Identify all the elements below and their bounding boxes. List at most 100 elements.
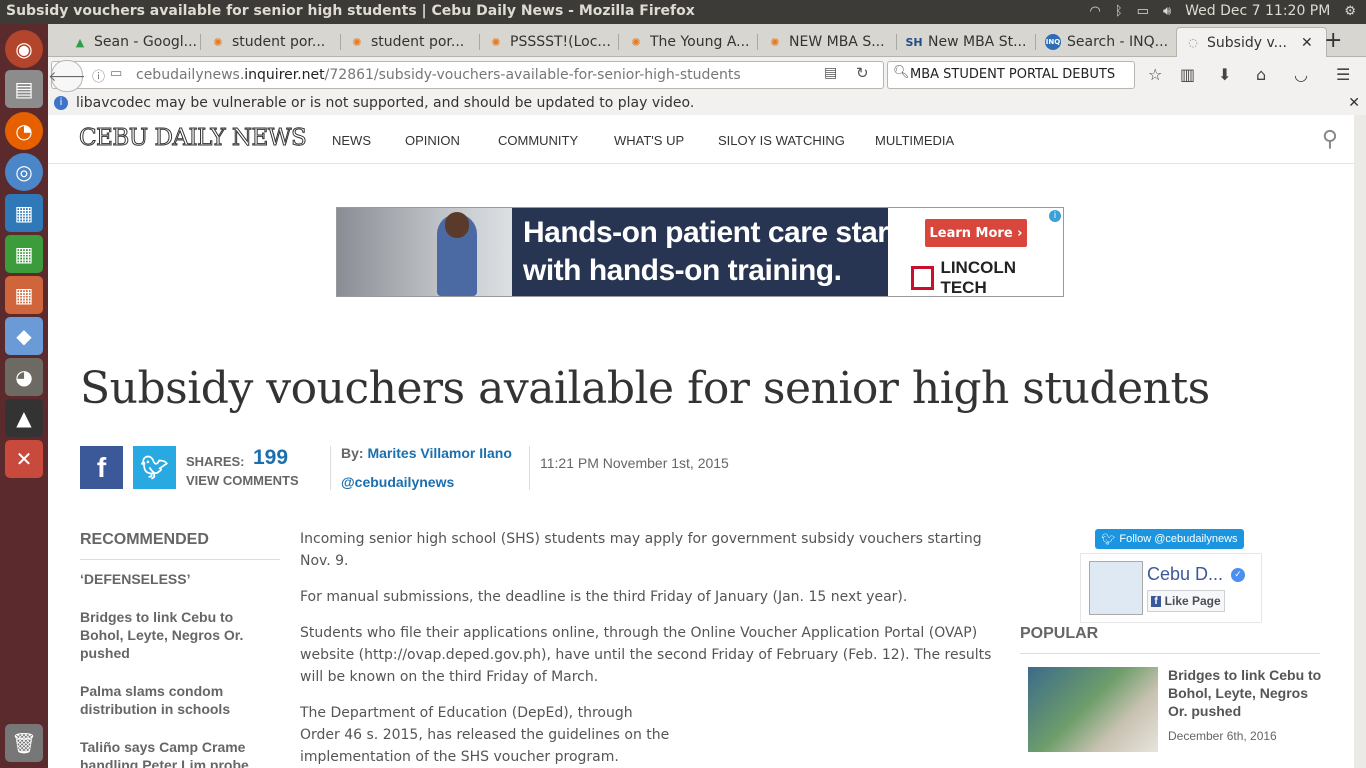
recommended-item[interactable]: ‘DEFENSELESS’ — [80, 570, 280, 588]
tab[interactable]: SH New MBA St... — [906, 28, 1032, 56]
tab-label: student por... — [371, 34, 465, 50]
nav-link-siloy[interactable]: SILOY IS WATCHING — [718, 133, 845, 148]
page-scrollbar[interactable] — [1354, 115, 1366, 768]
firefox-icon[interactable]: ◔ — [5, 112, 43, 150]
chromium-icon[interactable]: ◎ — [5, 153, 43, 191]
byline: By: Marites Villamor Ilano — [341, 445, 512, 461]
facebook-page-name[interactable]: Cebu D... — [1147, 564, 1223, 585]
trash-icon[interactable]: 🗑︎ — [5, 724, 43, 762]
tab-label: Subsidy v... — [1207, 34, 1288, 51]
tab-label: student por... — [232, 34, 326, 50]
nav-link-whats-up[interactable]: WHAT'S UP — [614, 133, 684, 148]
wifi-icon[interactable]: ◠ — [1089, 4, 1100, 19]
article-paragraph: Students who file their applications onl… — [300, 625, 992, 685]
tab-label: Search - INQ... — [1067, 34, 1169, 50]
article-date: 11:21 PM November 1st, 2015 — [540, 455, 729, 471]
author-link[interactable]: Marites Villamor Ilano — [367, 445, 511, 461]
shares-label: SHARES: — [186, 454, 245, 469]
learn-more-button[interactable]: Learn More › — [925, 219, 1027, 247]
tab[interactable]: INQ Search - INQ... — [1045, 28, 1171, 56]
tab-label: PSSSST!(Loc... — [510, 34, 611, 50]
view-comments-link[interactable]: VIEW COMMENTS — [186, 473, 299, 488]
battery-icon[interactable]: ▭ — [1137, 4, 1149, 19]
recommended-section: RECOMMENDED ‘DEFENSELESS’ Bridges to lin… — [80, 531, 280, 768]
bluetooth-icon[interactable]: ᛒ — [1115, 4, 1123, 19]
article-paragraph: For manual submissions, the deadline is … — [300, 589, 908, 605]
adchoices-icon[interactable]: i — [1049, 210, 1061, 222]
reload-icon[interactable]: ↻ — [856, 64, 869, 82]
close-icon[interactable]: ✕ — [1348, 95, 1360, 111]
menu-icon[interactable]: ☰ — [1336, 65, 1350, 84]
ubuntu-home-icon[interactable]: ◉ — [5, 30, 43, 68]
facebook-share-button[interactable]: f — [80, 446, 123, 489]
tab[interactable]: ✺ The Young A... — [628, 28, 754, 56]
info-icon: i — [54, 96, 68, 110]
nav-link-multimedia[interactable]: MULTIMEDIA — [875, 133, 954, 148]
url-text[interactable]: cebudailynews.inquirer.net/72861/subsidy… — [136, 67, 741, 83]
popular-item-image[interactable] — [1028, 667, 1158, 752]
popular-item-title[interactable]: Bridges to link Cebu to Bohol, Leyte, Ne… — [1168, 666, 1328, 720]
inq-icon: INQ — [1045, 34, 1061, 50]
settings-icon[interactable]: ✕ — [5, 440, 43, 478]
recommended-item[interactable]: Taliño says Camp Crame handling Peter Li… — [80, 738, 280, 768]
info-icon[interactable]: ⓘ — [92, 66, 105, 85]
writer-icon[interactable]: ▦ — [5, 194, 43, 232]
tab[interactable]: ✺ PSSSST!(Loc... — [488, 28, 614, 56]
library-icon[interactable]: ▥ — [1180, 65, 1195, 84]
tab-active[interactable]: ◌ Subsidy v... ✕ — [1176, 27, 1327, 57]
twitter-share-button[interactable]: 🐦︎ — [133, 446, 176, 489]
tab[interactable]: ▲ Sean - Googl... — [72, 28, 198, 56]
ad-banner[interactable]: Hands-on patient care starts with hands-… — [336, 207, 1064, 297]
twitter-handle-link[interactable]: @cebudailynews — [341, 474, 454, 490]
inkscape-icon[interactable]: ▲ — [5, 399, 43, 437]
back-button[interactable]: 🡐 — [48, 60, 86, 92]
facebook-like-page-button[interactable]: f Like Page — [1147, 590, 1225, 612]
close-tab-icon[interactable]: ✕ — [1301, 35, 1313, 51]
calc-icon[interactable]: ▦ — [5, 235, 43, 273]
tab-label: Sean - Googl... — [94, 34, 198, 50]
new-tab-button[interactable]: + — [1324, 28, 1342, 53]
os-top-panel: Subsidy vouchers available for senior hi… — [0, 0, 1366, 24]
shares-count: 199 — [253, 446, 289, 469]
facebook-page-widget: Cebu D... ✓ f Like Page — [1080, 553, 1262, 623]
tab-label: The Young A... — [650, 34, 750, 50]
fox-icon: ✺ — [770, 35, 780, 49]
files-icon[interactable]: ▤ — [5, 70, 43, 108]
lincoln-tech-icon — [911, 266, 935, 290]
url-bar[interactable]: 🡐 ⓘ ▭ cebudailynews.inquirer.net/72861/s… — [48, 60, 884, 92]
twitter-follow-button[interactable]: 🐦︎ Follow @cebudailynews — [1095, 529, 1244, 549]
tab[interactable]: ✺ student por... — [210, 28, 336, 56]
recommended-item[interactable]: Palma slams condom distribution in schoo… — [80, 682, 280, 718]
clock[interactable]: Wed Dec 7 11:20 PM — [1185, 3, 1330, 19]
software-center-icon[interactable]: ◆ — [5, 317, 43, 355]
home-icon[interactable]: ⌂ — [1256, 65, 1266, 84]
download-icon[interactable]: ⬇ — [1218, 65, 1231, 84]
notification-message: libavcodec may be vulnerable or is not s… — [76, 95, 695, 111]
article-paragraph: Incoming senior high school (SHS) studen… — [300, 531, 982, 569]
twitter-bird-icon: 🐦︎ — [1101, 533, 1116, 546]
popular-item-date: December 6th, 2016 — [1168, 729, 1277, 743]
page-icon: ▭ — [110, 66, 123, 81]
recommended-item[interactable]: Bridges to link Cebu to Bohol, Leyte, Ne… — [80, 608, 280, 662]
pocket-icon[interactable]: ◡ — [1294, 65, 1308, 84]
gimp-icon[interactable]: ◕ — [5, 358, 43, 396]
search-bar[interactable]: 🔍︎ MBA STUDENT PORTAL DEBUTS — [887, 61, 1135, 89]
tab-strip: ▲ Sean - Googl... ✺ student por... ✺ stu… — [48, 24, 1366, 57]
nav-link-news[interactable]: NEWS — [332, 133, 371, 148]
facebook-page-avatar[interactable] — [1089, 561, 1143, 615]
site-logo[interactable]: CEBU DAILY NEWS — [78, 125, 307, 152]
article-paragraph: The Department of Education (DepEd), thr… — [300, 705, 670, 765]
nav-link-opinion[interactable]: OPINION — [405, 133, 460, 148]
nav-link-community[interactable]: COMMUNITY — [498, 133, 578, 148]
tab[interactable]: ✺ student por... — [349, 28, 475, 56]
volume-icon[interactable]: 🔊︎ — [1163, 4, 1171, 19]
reader-view-icon[interactable]: ▤ — [824, 65, 837, 81]
window-title: Subsidy vouchers available for senior hi… — [6, 3, 695, 19]
verified-badge-icon: ✓ — [1231, 568, 1245, 582]
search-input[interactable]: MBA STUDENT PORTAL DEBUTS — [910, 67, 1115, 82]
impress-icon[interactable]: ▦ — [5, 276, 43, 314]
bookmark-star-icon[interactable]: ☆ — [1148, 65, 1162, 84]
gear-icon[interactable]: ⚙ — [1344, 4, 1356, 19]
tab[interactable]: ✺ NEW MBA S... — [767, 28, 893, 56]
search-icon[interactable]: ⚲ — [1322, 127, 1338, 152]
